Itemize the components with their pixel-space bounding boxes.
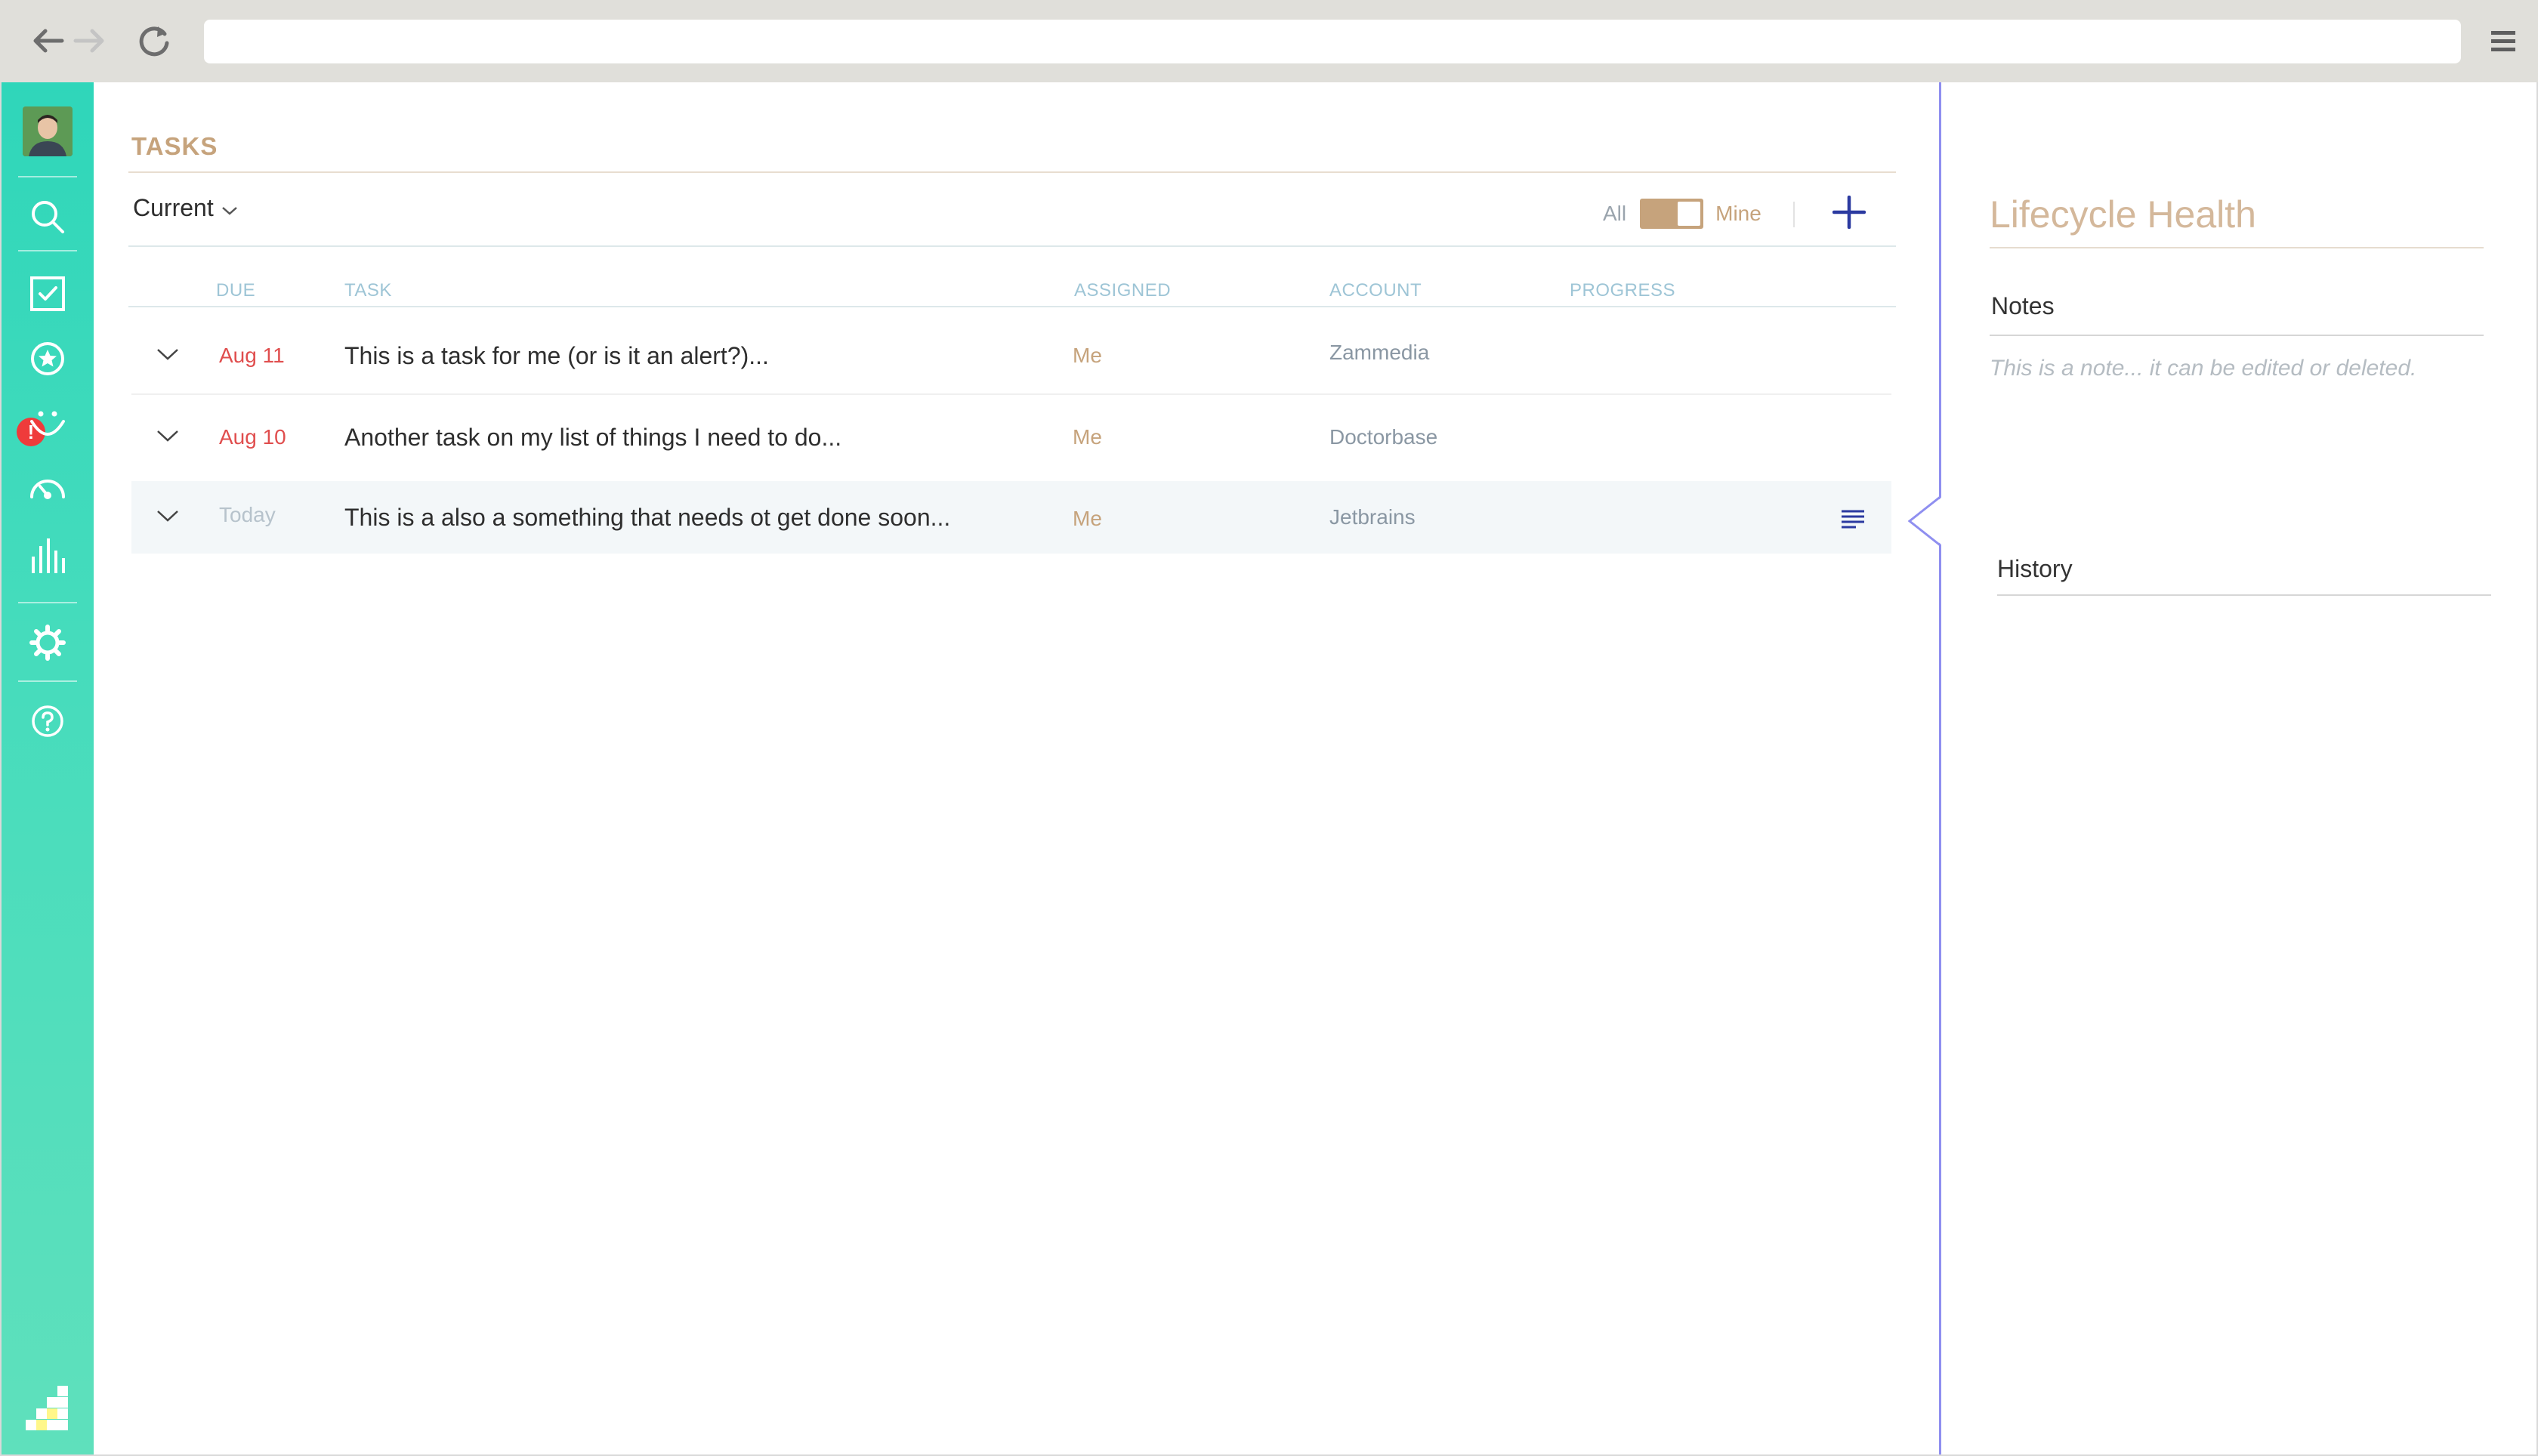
expand-row-button[interactable]: [145, 481, 190, 554]
toggle-mine-label[interactable]: Mine: [1715, 202, 1761, 226]
app-logo[interactable]: [2, 1381, 94, 1434]
sidebar-item-tasks[interactable]: [2, 267, 94, 324]
column-header-due[interactable]: DUE: [216, 280, 255, 301]
all-mine-toggle-group: All Mine: [1603, 193, 1761, 235]
toolbar-divider: [1793, 202, 1795, 227]
column-header-account[interactable]: ACCOUNT: [1329, 280, 1422, 301]
filter-divider: [128, 245, 1896, 247]
toggle-knob: [1678, 202, 1701, 226]
chevron-down-icon: [156, 509, 179, 526]
column-header-task[interactable]: TASK: [344, 280, 392, 301]
filter-dropdown[interactable]: Current: [133, 194, 238, 222]
sidebar-item-health[interactable]: [2, 461, 94, 519]
reload-icon[interactable]: [131, 18, 177, 63]
task-title[interactable]: Another task on my list of things I need…: [344, 398, 841, 477]
search-icon: [29, 198, 66, 239]
expand-row-button[interactable]: [145, 316, 190, 395]
account-name[interactable]: Jetbrains: [1329, 481, 1416, 554]
panel-title-divider: [1990, 247, 2484, 248]
panel-title: Lifecycle Health: [1990, 193, 2256, 236]
bar-chart-icon: [29, 535, 66, 578]
plus-icon: [1832, 195, 1866, 233]
gauge-icon: [28, 470, 67, 511]
all-mine-toggle[interactable]: [1640, 199, 1704, 229]
note-item[interactable]: This is a note... it can be edited or de…: [1990, 356, 2416, 381]
sidebar-item-satisfaction[interactable]: [2, 396, 94, 454]
assigned-to: Me: [1073, 344, 1102, 367]
chevron-down-icon: [156, 347, 179, 365]
browser-toolbar: [0, 0, 2538, 82]
table-row[interactable]: Aug 10 Another task on my list of things…: [131, 398, 1891, 477]
sidebar-divider: [18, 680, 77, 682]
address-bar[interactable]: [204, 20, 2461, 63]
gear-icon: [29, 624, 66, 665]
sidebar: !: [2, 82, 94, 1454]
account-name[interactable]: Zammedia: [1329, 313, 1429, 392]
smiley-icon: [28, 405, 67, 446]
account-name[interactable]: Doctorbase: [1329, 398, 1437, 477]
forward-arrow-icon[interactable]: [66, 18, 112, 63]
table-row[interactable]: Aug 11 This is a task for me (or is it a…: [131, 316, 1891, 395]
sidebar-item-alerts[interactable]: [2, 332, 94, 389]
due-date: Aug 10: [219, 425, 286, 449]
history-heading: History: [1997, 555, 2073, 582]
column-header-progress[interactable]: PROGRESS: [1570, 280, 1675, 301]
sidebar-item-search[interactable]: [2, 188, 94, 248]
notes-divider: [1990, 335, 2484, 336]
notes-icon[interactable]: [1834, 481, 1872, 557]
detail-panel: Lifecycle Health Notes This is a note...…: [1941, 82, 2536, 1454]
sidebar-item-settings[interactable]: [2, 614, 94, 674]
avatar[interactable]: [23, 106, 73, 156]
notes-heading: Notes: [1991, 292, 2055, 319]
tasks-panel: TASKS Current All Mine DUE TASK ASSIGNED…: [94, 82, 1940, 1454]
page-title: TASKS: [131, 132, 218, 160]
panel-pointer: [1907, 489, 1944, 553]
table-row-selected[interactable]: Today This is a also a something that ne…: [131, 481, 1891, 554]
row-divider: [131, 393, 1891, 395]
chevron-down-icon: [221, 194, 238, 222]
task-title[interactable]: This is a also a something that needs ot…: [344, 481, 950, 554]
sidebar-item-help[interactable]: [2, 693, 94, 753]
chevron-down-icon: [156, 429, 179, 446]
toggle-all-label[interactable]: All: [1603, 202, 1626, 226]
sidebar-divider: [18, 250, 77, 251]
help-icon: [30, 704, 65, 742]
checkbox-icon: [29, 276, 66, 316]
task-title[interactable]: This is a task for me (or is it an alert…: [344, 316, 769, 395]
header-divider: [128, 306, 1896, 307]
sidebar-divider: [18, 176, 77, 177]
title-divider: [128, 171, 1896, 173]
expand-row-button[interactable]: [145, 398, 190, 477]
column-header-assigned[interactable]: ASSIGNED: [1074, 280, 1171, 301]
add-task-button[interactable]: [1826, 191, 1872, 236]
assigned-to: Me: [1073, 425, 1102, 449]
assigned-to: Me: [1073, 507, 1102, 530]
star-alert-icon: [29, 340, 66, 381]
sidebar-item-reports[interactable]: [2, 526, 94, 587]
filter-label: Current: [133, 194, 214, 221]
back-arrow-icon[interactable]: [26, 18, 71, 63]
due-date: Aug 11: [219, 344, 285, 367]
browser-menu-icon[interactable]: [2482, 23, 2524, 60]
sidebar-divider: [18, 602, 77, 603]
history-divider: [1997, 594, 2491, 596]
due-date: Today: [219, 503, 276, 526]
